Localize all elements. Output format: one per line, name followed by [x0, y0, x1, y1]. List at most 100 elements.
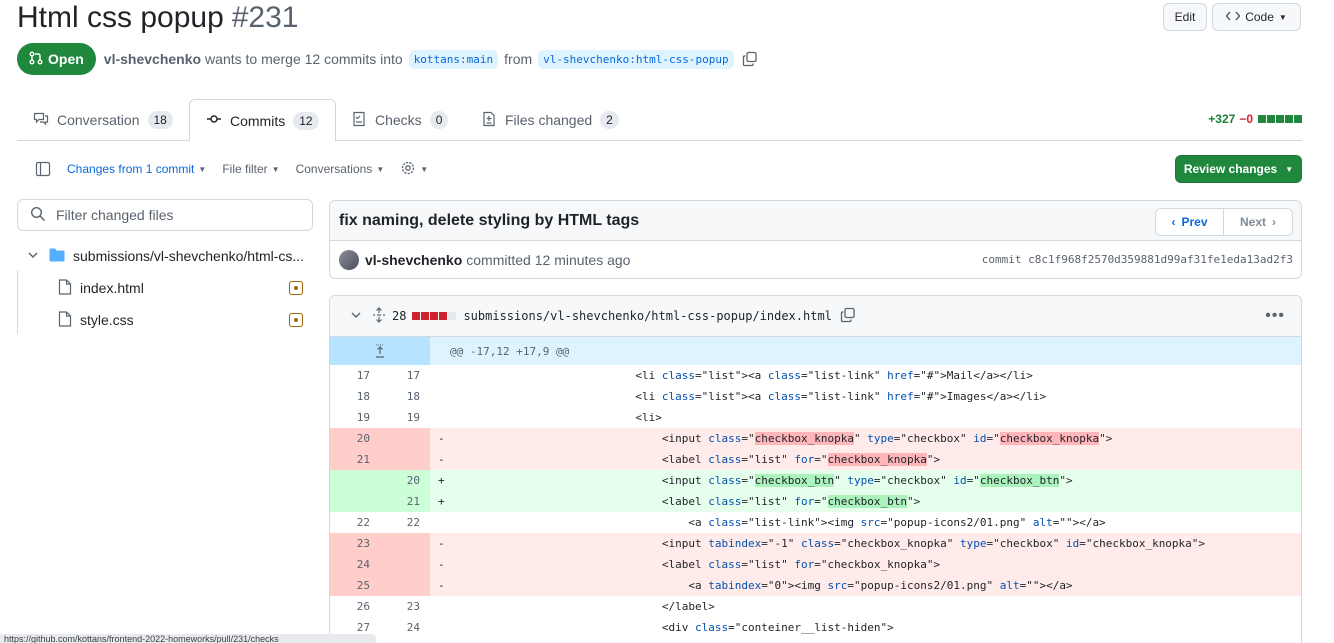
pr-title: Html css popup #231	[17, 1, 299, 34]
chevron-down-icon[interactable]	[350, 309, 362, 324]
old-line-number[interactable]: 20	[330, 428, 380, 449]
tree-file-index-html[interactable]: index.html	[17, 272, 313, 304]
code-text: </label>	[450, 600, 715, 613]
diff-line-del: 21 - <label class="list" for="checkbox_kn…	[330, 449, 1301, 470]
new-line-number[interactable]: 17	[380, 365, 430, 386]
copy-icon[interactable]	[742, 51, 758, 67]
old-line-number[interactable]: 25	[330, 575, 380, 596]
new-line-number[interactable]	[380, 449, 430, 470]
diff-sign: -	[438, 537, 445, 550]
diff-line-del: 25 - <a tabindex="0"><img src="popup-icon…	[330, 575, 1301, 596]
old-line-number[interactable]: 21	[330, 449, 380, 470]
file-diffstat	[412, 309, 457, 323]
edit-button[interactable]: Edit	[1163, 3, 1207, 31]
old-line-number[interactable]	[330, 491, 380, 512]
toggle-file-tree-icon[interactable]	[35, 161, 51, 177]
search-icon	[30, 206, 46, 225]
diff-sign: -	[438, 432, 445, 445]
old-line-number[interactable]: 24	[330, 554, 380, 575]
old-line-number[interactable]: 23	[330, 533, 380, 554]
new-line-number[interactable]	[380, 575, 430, 596]
pr-number: #231	[231, 1, 299, 34]
old-line-number[interactable]: 17	[330, 365, 380, 386]
pr-author-link[interactable]: vl-shevchenko	[104, 51, 201, 67]
code-text: <label class="list" for="checkbox_knopka…	[450, 558, 941, 571]
new-line-number[interactable]: 18	[380, 386, 430, 407]
chevron-down-icon	[27, 248, 43, 264]
tab-conversation[interactable]: Conversation 18	[17, 99, 189, 141]
caret-down-icon: ▼	[271, 164, 280, 174]
code-text: <label class="list" for="checkbox_btn">	[450, 495, 921, 508]
expand-all-icon[interactable]	[372, 306, 386, 326]
next-commit-button[interactable]: Next ›	[1224, 209, 1292, 235]
tab-counter: 12	[293, 111, 319, 130]
tab-counter: 18	[147, 111, 173, 129]
tree-folder[interactable]: submissions/vl-shevchenko/html-cs...	[17, 240, 313, 272]
changes-from-dropdown[interactable]: Changes from 1 commit ▼	[67, 162, 206, 176]
diff-sign: -	[438, 579, 445, 592]
settings-dropdown[interactable]: ▼	[400, 160, 428, 179]
tree-file-style-css[interactable]: style.css	[17, 304, 313, 336]
pr-tabs: Conversation 18 Commits 12 Checks 0 Files c…	[17, 99, 1302, 142]
old-line-number[interactable]	[330, 470, 380, 491]
expand-up-icon[interactable]	[330, 337, 430, 365]
review-changes-button[interactable]: Review changes ▼	[1175, 155, 1302, 183]
file-change-count: 28	[392, 309, 407, 323]
diffstat-bar	[1257, 112, 1302, 126]
base-branch[interactable]: kottans:main	[408, 49, 499, 69]
head-branch[interactable]: vl-shevchenko:html-css-popup	[538, 49, 734, 69]
commit-sha[interactable]: commit c8c1f968f2570d359881d99af31fe1eda…	[982, 253, 1293, 266]
file-path[interactable]: submissions/vl-shevchenko/html-css-popup…	[463, 309, 831, 323]
tab-files-changed[interactable]: Files changed 2	[465, 99, 635, 141]
diff-line-add: 20 + <input class="checkbox_btn" type="ch…	[330, 470, 1301, 491]
old-line-number[interactable]: 26	[330, 596, 380, 617]
prev-commit-button[interactable]: ‹ Prev	[1156, 209, 1224, 235]
commit-message: fix naming, delete styling by HTML tags	[339, 211, 640, 229]
conversations-dropdown[interactable]: Conversations ▼	[296, 162, 385, 176]
old-line-number[interactable]: 22	[330, 512, 380, 533]
new-line-number[interactable]	[380, 533, 430, 554]
code-text: <input class="checkbox_btn" type="checkb…	[450, 474, 1073, 487]
copy-icon[interactable]	[840, 307, 856, 326]
avatar[interactable]	[339, 249, 359, 270]
new-line-number[interactable]: 20	[380, 470, 430, 491]
caret-down-icon: ▼	[198, 164, 207, 174]
new-line-number[interactable]: 23	[380, 596, 430, 617]
filter-files-input[interactable]: Filter changed files	[17, 199, 313, 231]
tab-checks[interactable]: Checks 0	[335, 99, 464, 141]
diff-line-del: 23 - <input tabindex="-1" class="checkbox…	[330, 533, 1301, 554]
new-line-number[interactable]: 24	[380, 617, 430, 638]
from-text: from	[504, 51, 533, 67]
new-line-number[interactable]: 21	[380, 491, 430, 512]
diff-line-del: 20 - <input class="checkbox_knopka" type=…	[330, 428, 1301, 449]
file-name: index.html	[80, 280, 144, 296]
diff-toolbar: Changes from 1 commit ▼ File filter ▼ Con…	[17, 155, 444, 183]
pr-title-row: Html css popup #231	[17, 0, 299, 36]
folder-icon	[49, 248, 65, 265]
commit-box: fix naming, delete styling by HTML tags …	[329, 200, 1302, 279]
file-icon	[58, 278, 72, 298]
commit-author[interactable]: vl-shevchenko	[365, 252, 462, 268]
diff-sign: +	[438, 495, 445, 508]
file-modified-icon	[289, 281, 303, 295]
code-text: <li class="list"><a class="list-link" hr…	[450, 390, 1047, 403]
code-button[interactable]: Code ▼	[1212, 3, 1301, 31]
caret-down-icon: ▼	[1278, 12, 1287, 22]
kebab-menu-icon[interactable]: •••	[1265, 307, 1285, 325]
old-line-number[interactable]: 19	[330, 407, 380, 428]
new-line-number[interactable]: 19	[380, 407, 430, 428]
diff-line-ctx: 26 23 </label>	[330, 596, 1301, 617]
code-text: <input class="checkbox_knopka" type="che…	[450, 432, 1113, 445]
commit-action: committed 12 minutes ago	[466, 251, 631, 268]
file-diff: 28 submissions/vl-shevchenko/html-css-po…	[329, 295, 1302, 643]
hunk-header: @@ -17,12 +17,9 @@	[330, 337, 1301, 365]
file-filter-dropdown[interactable]: File filter ▼	[222, 162, 279, 176]
diff-line-del: 24 - <label class="list" for="checkbox_kn…	[330, 554, 1301, 575]
tab-commits[interactable]: Commits 12	[189, 99, 336, 142]
chevron-left-icon: ‹	[1171, 215, 1176, 229]
new-line-number[interactable]	[380, 428, 430, 449]
old-line-number[interactable]: 18	[330, 386, 380, 407]
new-line-number[interactable]	[380, 554, 430, 575]
new-line-number[interactable]: 22	[380, 512, 430, 533]
code-text: <a tabindex="0"><img src="popup-icons2/0…	[450, 579, 1073, 592]
